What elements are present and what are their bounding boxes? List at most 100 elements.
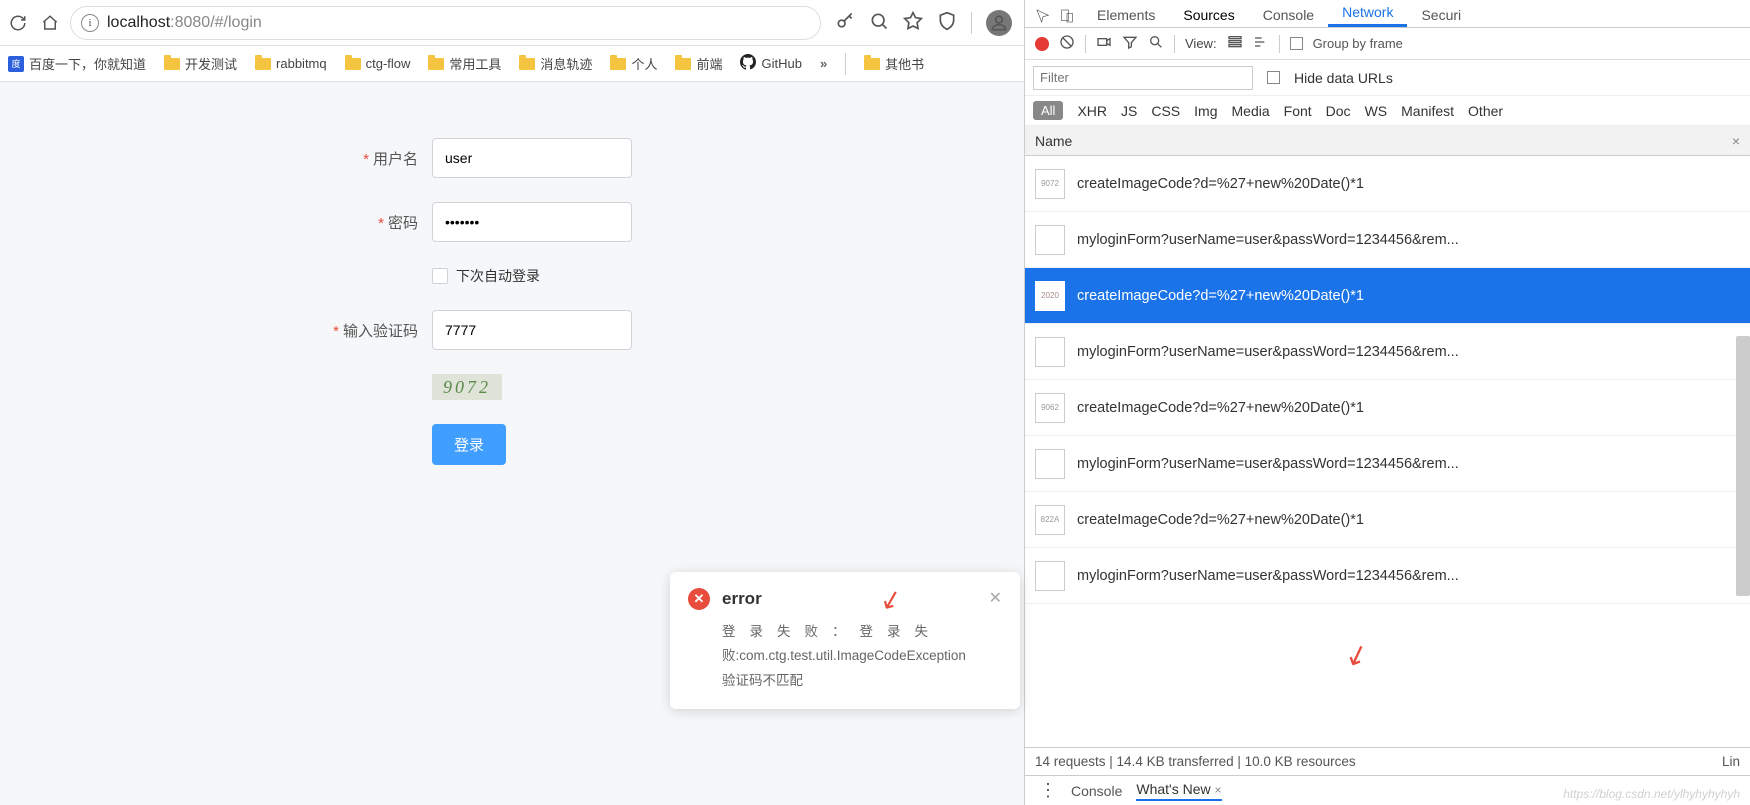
request-row[interactable]: 9072createImageCode?d=%27+new%20Date()*1	[1025, 156, 1750, 212]
bookmark-github[interactable]: GitHub	[740, 54, 801, 73]
request-thumbnail	[1035, 561, 1065, 591]
request-row[interactable]: 9062createImageCode?d=%27+new%20Date()*1	[1025, 380, 1750, 436]
tab-elements[interactable]: Elements	[1083, 3, 1169, 27]
request-row[interactable]: myloginForm?userName=user&passWord=12344…	[1025, 436, 1750, 492]
tab-console[interactable]: Console	[1249, 3, 1328, 27]
captcha-label: *输入验证码	[282, 320, 432, 341]
bookmark-msg[interactable]: 消息轨迹	[519, 54, 592, 73]
request-name: createImageCode?d=%27+new%20Date()*1	[1077, 512, 1740, 528]
drawer-whats-new[interactable]: What's New ×	[1136, 781, 1221, 801]
request-thumbnail	[1035, 449, 1065, 479]
request-row[interactable]: myloginForm?userName=user&passWord=12344…	[1025, 212, 1750, 268]
camera-icon[interactable]	[1096, 34, 1112, 53]
username-input[interactable]	[432, 138, 632, 178]
devtools-panel: Elements Sources Console Network Securi …	[1025, 0, 1750, 805]
filter-js[interactable]: JS	[1121, 103, 1137, 119]
bookmarks-bar: 度百度一下，你就知道 开发测试 rabbitmq ctg-flow 常用工具 消…	[0, 46, 1024, 82]
bookmark-other[interactable]: 其他书	[864, 54, 924, 73]
select-element-icon[interactable]	[1035, 8, 1051, 27]
devtools-tabs: Elements Sources Console Network Securi	[1025, 0, 1750, 28]
reload-icon[interactable]	[6, 11, 30, 35]
bookmarks-overflow[interactable]: »	[820, 56, 827, 71]
bookmark-rabbitmq[interactable]: rabbitmq	[255, 56, 327, 71]
filter-css[interactable]: CSS	[1151, 103, 1180, 119]
bookmark-star-icon[interactable]	[903, 11, 923, 34]
waterfall-icon[interactable]	[1253, 34, 1269, 53]
request-row[interactable]: myloginForm?userName=user&passWord=12344…	[1025, 324, 1750, 380]
url-path: :8080/#/login	[170, 14, 262, 32]
request-name: createImageCode?d=%27+new%20Date()*1	[1077, 288, 1740, 304]
filter-ws[interactable]: WS	[1365, 103, 1388, 119]
bookmark-dev[interactable]: 开发测试	[164, 54, 237, 73]
password-input[interactable]	[432, 202, 632, 242]
device-toggle-icon[interactable]	[1059, 8, 1075, 27]
hide-label: Hide data URLs	[1294, 70, 1393, 86]
group-by-frame-checkbox[interactable]	[1290, 37, 1303, 50]
search-icon[interactable]	[1148, 34, 1164, 53]
name-column-header[interactable]: Name ×	[1025, 126, 1750, 156]
large-rows-icon[interactable]	[1227, 34, 1243, 53]
filter-doc[interactable]: Doc	[1326, 103, 1351, 119]
filter-font[interactable]: Font	[1284, 103, 1312, 119]
bookmark-personal[interactable]: 个人	[610, 54, 657, 73]
auto-login-checkbox[interactable]	[432, 268, 448, 284]
filter-manifest[interactable]: Manifest	[1401, 103, 1454, 119]
bookmark-ctg[interactable]: ctg-flow	[345, 56, 411, 71]
filter-all[interactable]: All	[1033, 101, 1063, 120]
login-button[interactable]: 登录	[432, 424, 506, 465]
error-title: error	[722, 589, 762, 609]
filter-other[interactable]: Other	[1468, 103, 1503, 119]
captcha-input[interactable]	[432, 310, 632, 350]
folder-icon	[519, 58, 535, 70]
filter-input[interactable]	[1033, 66, 1253, 90]
tab-network[interactable]: Network	[1328, 0, 1407, 27]
folder-icon	[428, 58, 444, 70]
address-bar[interactable]: i localhost:8080/#/login	[70, 6, 821, 40]
filter-xhr[interactable]: XHR	[1077, 103, 1107, 119]
auto-login-label: 下次自动登录	[456, 266, 540, 286]
kebab-menu-icon[interactable]: ⋮	[1039, 780, 1057, 801]
request-row[interactable]: myloginForm?userName=user&passWord=12344…	[1025, 548, 1750, 604]
request-name: createImageCode?d=%27+new%20Date()*1	[1077, 176, 1740, 192]
tab-security[interactable]: Securi	[1407, 3, 1475, 27]
bookmark-baidu[interactable]: 度百度一下，你就知道	[8, 54, 146, 73]
request-name: myloginForm?userName=user&passWord=12344…	[1077, 568, 1740, 584]
home-icon[interactable]	[38, 11, 62, 35]
record-icon[interactable]	[1035, 37, 1049, 51]
shield-icon[interactable]	[937, 11, 957, 34]
filter-img[interactable]: Img	[1194, 103, 1217, 119]
filter-media[interactable]: Media	[1232, 103, 1270, 119]
filter-row: Hide data URLs	[1025, 60, 1750, 96]
info-icon[interactable]: i	[81, 14, 99, 32]
annotation-arrow-icon: ↙	[877, 581, 906, 617]
filter-icon[interactable]	[1122, 34, 1138, 53]
type-filter-bar: All XHR JS CSS Img Media Font Doc WS Man…	[1025, 96, 1750, 126]
request-name: createImageCode?d=%27+new%20Date()*1	[1077, 400, 1740, 416]
close-icon[interactable]: ×	[1732, 133, 1740, 149]
request-list: 9072createImageCode?d=%27+new%20Date()*1…	[1025, 156, 1750, 747]
clear-icon[interactable]	[1059, 34, 1075, 53]
bookmark-tools[interactable]: 常用工具	[428, 54, 501, 73]
zoom-icon[interactable]	[869, 11, 889, 34]
scrollbar[interactable]	[1736, 336, 1750, 596]
drawer-console[interactable]: Console	[1071, 783, 1122, 799]
key-icon[interactable]	[835, 11, 855, 34]
error-toast: ✕ error ↙ ✕ 登录失败：登录失 败:com.ctg.test.util…	[670, 572, 1020, 709]
annotation-arrow-icon: ↙	[1340, 635, 1373, 674]
profile-avatar-icon[interactable]	[986, 10, 1012, 36]
close-icon[interactable]: ✕	[989, 588, 1002, 608]
request-row[interactable]: 822AcreateImageCode?d=%27+new%20Date()*1	[1025, 492, 1750, 548]
folder-icon	[864, 58, 880, 70]
request-row[interactable]: 2020 createImageCode?d=%27+new%20Date()*1	[1025, 268, 1750, 324]
folder-icon	[675, 58, 691, 70]
captcha-image[interactable]: 9072	[432, 374, 502, 400]
tab-sources[interactable]: Sources	[1169, 3, 1248, 27]
separator	[845, 53, 846, 75]
request-thumbnail: 2020	[1035, 281, 1065, 311]
folder-icon	[164, 58, 180, 70]
request-thumbnail	[1035, 225, 1065, 255]
bookmark-frontend[interactable]: 前端	[675, 54, 722, 73]
folder-icon	[345, 58, 361, 70]
separator	[971, 12, 972, 34]
hide-data-urls-checkbox[interactable]	[1267, 71, 1280, 84]
